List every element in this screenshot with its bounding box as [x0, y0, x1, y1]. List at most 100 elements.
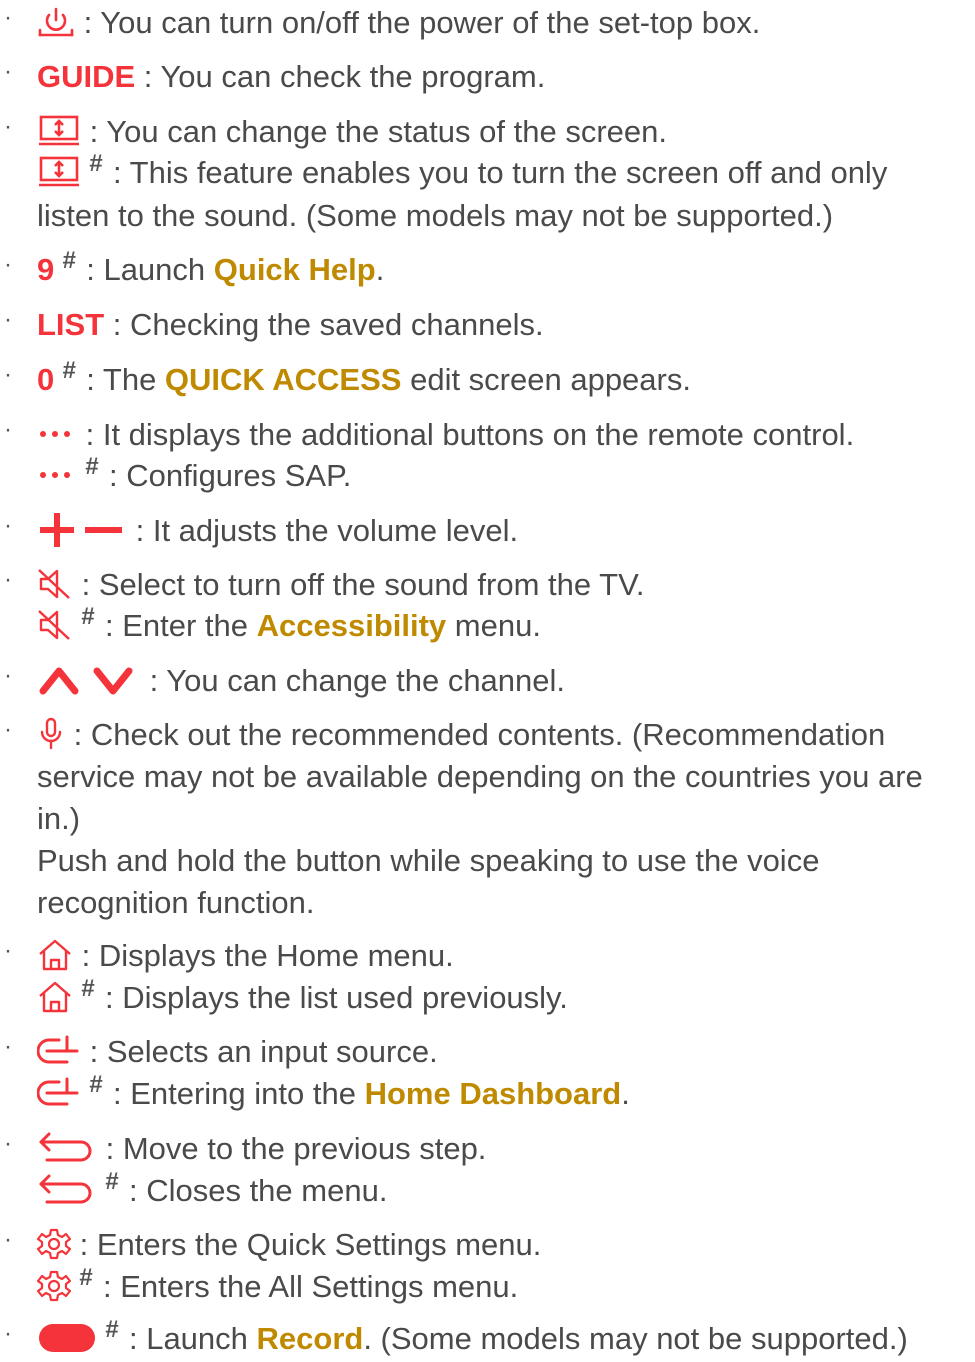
bullet: ·: [4, 251, 12, 278]
item-text: : Closes the menu.: [120, 1173, 388, 1208]
item-text: recognition function.: [37, 885, 315, 920]
settings-gear-icon: [37, 1227, 71, 1261]
item-text: Push and hold the button while speaking …: [37, 843, 820, 878]
item-text: : Check out the recommended contents. (R…: [65, 717, 886, 752]
item-text: : Launch: [120, 1321, 257, 1356]
item-text: : You can change the status of the scree…: [81, 114, 667, 149]
hash-mark: #: [89, 1071, 103, 1098]
quick-help-link[interactable]: Quick Help: [214, 252, 376, 287]
power-icon: [37, 6, 75, 38]
quick-access-link[interactable]: QUICK ACCESS: [165, 362, 402, 397]
item-text: : Selects an input source.: [81, 1034, 438, 1069]
item-text: service may not be available depending o…: [37, 759, 923, 794]
bullet: ·: [4, 113, 12, 140]
item-line: : It adjusts the volume level.: [37, 510, 518, 551]
item-text: edit screen appears.: [401, 362, 691, 397]
bullet: ·: [4, 1130, 12, 1157]
item-text: menu.: [446, 608, 541, 643]
mute-icon: [37, 568, 73, 600]
bullet: ·: [4, 306, 12, 333]
item-line: : Check out the recommended contents. (R…: [37, 714, 885, 755]
item-line: # : Displays the list used previously.: [37, 975, 568, 1018]
item-text: : Entering into the: [104, 1076, 365, 1111]
mute-icon: [37, 609, 73, 641]
item-text: .: [621, 1076, 630, 1111]
record-link[interactable]: Record: [257, 1321, 364, 1356]
item-text: : You can change the channel.: [141, 663, 566, 698]
item-line: : Select to turn off the sound from the …: [37, 564, 645, 605]
bullet: ·: [4, 361, 12, 388]
item-line: listen to the sound. (Some models may no…: [37, 195, 833, 236]
screen-status-icon: [37, 114, 81, 148]
bullet: ·: [4, 512, 12, 539]
item-text: : Displays the Home menu.: [73, 938, 454, 973]
screen-status-icon: [37, 155, 81, 189]
hash-mark: #: [105, 1316, 119, 1343]
item-line: LIST : Checking the saved channels.: [37, 304, 544, 345]
home-icon: [37, 938, 73, 972]
list-key-label: LIST: [37, 307, 105, 342]
item-text: : Checking the saved channels.: [104, 307, 544, 342]
item-text: : Launch: [77, 252, 214, 287]
home-dashboard-link[interactable]: Home Dashboard: [365, 1076, 622, 1111]
volume-plus-minus-icon: [37, 512, 127, 547]
more-dots-icon: [37, 465, 77, 485]
bullet: ·: [4, 937, 12, 964]
item-line: # : This feature enables you to turn the…: [37, 150, 888, 193]
bullet: ·: [4, 1033, 12, 1060]
hash-mark: #: [85, 453, 99, 480]
zero-key-label: 0: [37, 362, 55, 397]
item-line: service may not be available depending o…: [37, 756, 923, 797]
bullet: ·: [4, 716, 12, 743]
item-line: 9 # : Launch Quick Help.: [37, 247, 385, 290]
item-text: : This feature enables you to turn the s…: [104, 155, 888, 190]
bullet: ·: [4, 4, 12, 31]
nine-key-label: 9: [37, 252, 55, 287]
microphone-icon: [37, 717, 65, 751]
hash-mark: #: [79, 1264, 93, 1291]
guide-key-label: GUIDE: [37, 59, 136, 94]
item-line: in.): [37, 798, 80, 839]
item-text: : You can check the program.: [135, 59, 546, 94]
bullet: ·: [4, 566, 12, 593]
hash-mark: #: [62, 247, 76, 274]
item-line: : Selects an input source.: [37, 1031, 438, 1072]
item-line: : Move to the previous step.: [37, 1128, 486, 1169]
item-line: : You can change the channel.: [37, 660, 565, 701]
item-text: . (Some models may not be supported.): [363, 1321, 908, 1356]
item-text: : It adjusts the volume level.: [127, 513, 519, 548]
bullet: ·: [4, 1226, 12, 1253]
settings-gear-icon: [37, 1269, 71, 1303]
item-text: : Configures SAP.: [100, 458, 352, 493]
item-text: : It displays the additional buttons on …: [77, 417, 855, 452]
item-text: : Select to turn off the sound from the …: [73, 567, 645, 602]
item-line: 0 # : The QUICK ACCESS edit screen appear…: [37, 357, 691, 400]
item-line: : It displays the additional buttons on …: [37, 414, 854, 455]
home-icon: [37, 980, 73, 1014]
item-text: : Enters the Quick Settings menu.: [71, 1227, 542, 1262]
bullet: ·: [4, 58, 12, 85]
item-text: .: [375, 252, 385, 287]
channel-up-down-icon: [37, 663, 141, 697]
item-text: : You can turn on/off the power of the s…: [75, 5, 761, 40]
accessibility-link[interactable]: Accessibility: [257, 608, 447, 643]
item-text: : The: [77, 362, 165, 397]
item-line: # : Closes the menu.: [37, 1168, 388, 1211]
item-line: # : Entering into the Home Dashboard.: [37, 1071, 630, 1114]
item-line: recognition function.: [37, 882, 314, 923]
item-text: : Displays the list used previously.: [96, 980, 568, 1015]
input-source-icon: [37, 1076, 81, 1110]
item-line: : Displays the Home menu.: [37, 935, 454, 976]
input-source-icon: [37, 1034, 81, 1068]
back-icon: [37, 1131, 97, 1165]
more-dots-icon: [37, 424, 77, 444]
item-text: listen to the sound. (Some models may no…: [37, 198, 834, 233]
item-line: GUIDE : You can check the program.: [37, 56, 545, 97]
item-text: in.): [37, 801, 81, 836]
hash-mark: #: [89, 150, 103, 177]
item-line: : You can change the status of the scree…: [37, 111, 667, 152]
item-text: : Enters the All Settings menu.: [94, 1269, 519, 1304]
bullet: ·: [4, 662, 12, 689]
hash-mark: #: [81, 603, 95, 630]
item-line: # : Enter the Accessibility menu.: [37, 603, 541, 646]
